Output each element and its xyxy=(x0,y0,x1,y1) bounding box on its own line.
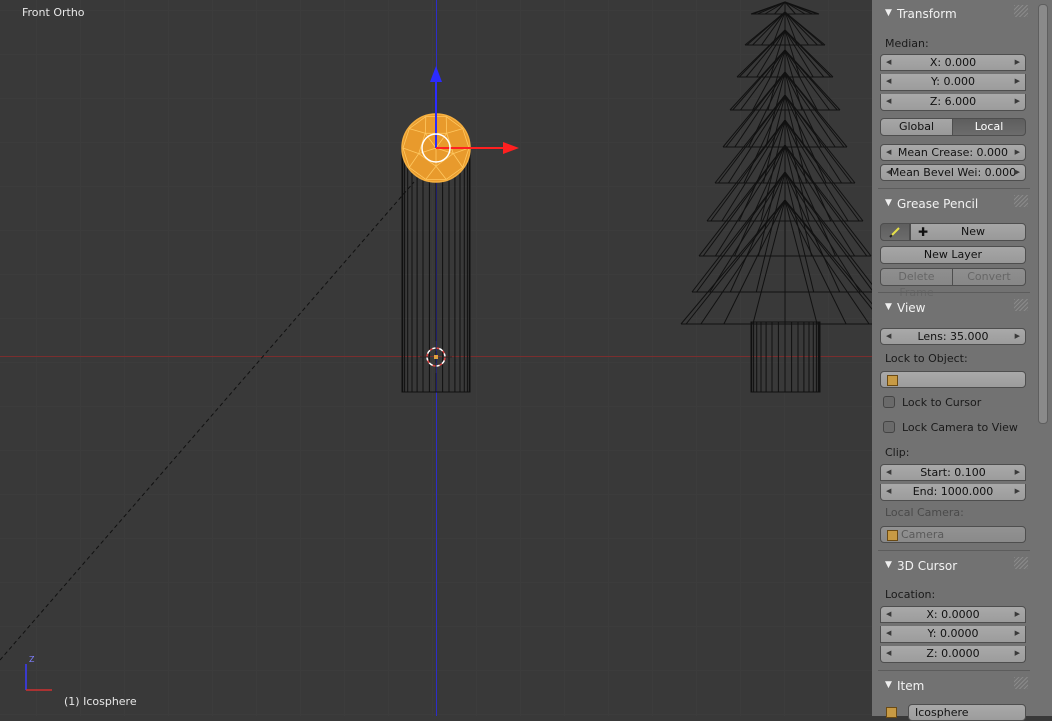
lock-camera-checkbox[interactable] xyxy=(883,421,895,433)
item-panel-header[interactable]: ▼ Item xyxy=(876,674,1030,698)
active-object-info: (1) Icosphere xyxy=(64,695,137,708)
axis-orientation-gizmo xyxy=(25,664,52,691)
transform-manipulator[interactable] xyxy=(421,66,519,163)
camera-object-icon xyxy=(887,530,898,541)
transform-title: Transform xyxy=(897,7,957,21)
collapse-triangle-icon: ▼ xyxy=(885,302,892,312)
axis-z-letter: Z xyxy=(29,655,35,664)
cursor-title: 3D Cursor xyxy=(897,559,958,573)
cursor-z-field[interactable]: ◀ Z: 0.0000 ▶ xyxy=(880,646,1026,663)
global-toggle-button[interactable]: Global xyxy=(880,118,953,136)
local-camera-field[interactable]: Camera xyxy=(880,526,1026,543)
collapse-triangle-icon: ▼ xyxy=(885,198,892,208)
drag-grip-icon[interactable] xyxy=(1014,195,1028,207)
tree-wireframe xyxy=(680,1,872,393)
mean-crease-field[interactable]: ◀ Mean Crease: 0.000 ▶ xyxy=(880,144,1026,161)
lock-camera-label: Lock Camera to View xyxy=(902,421,1018,434)
section-divider xyxy=(878,188,1030,189)
section-divider xyxy=(878,550,1030,551)
location-label: Location: xyxy=(885,588,936,601)
drag-grip-icon[interactable] xyxy=(1014,557,1028,569)
3d-cursor[interactable] xyxy=(420,341,452,373)
collapse-triangle-icon: ▼ xyxy=(885,560,892,570)
section-divider xyxy=(878,292,1030,293)
mean-bevel-weight-field[interactable]: ◀ Mean Bevel Wei: 0.000 ▶ xyxy=(880,164,1026,181)
cursor-y-field[interactable]: ◀ Y: 0.0000 ▶ xyxy=(880,626,1026,643)
new-grease-pencil-button[interactable]: ✚ New xyxy=(910,223,1026,241)
parent-relation-line xyxy=(0,181,415,661)
local-toggle-button[interactable]: Local xyxy=(952,118,1026,136)
median-x-field[interactable]: ◀ X: 0.000 ▶ xyxy=(880,54,1026,71)
local-camera-label: Local Camera: xyxy=(885,506,964,519)
object-cube-icon xyxy=(886,707,897,718)
collapse-triangle-icon: ▼ xyxy=(885,8,892,18)
object-cube-icon xyxy=(887,375,898,386)
3d-viewport[interactable]: Front Ortho Z (1) Icosphere xyxy=(0,0,872,716)
transform-panel-header[interactable]: ▼ Transform xyxy=(876,2,1030,26)
delete-frame-button[interactable]: Delete Frame xyxy=(880,268,953,299)
grease-pencil-title: Grease Pencil xyxy=(897,197,979,211)
median-z-field[interactable]: ◀ Z: 6.000 ▶ xyxy=(880,94,1026,111)
lock-object-field[interactable] xyxy=(880,371,1026,388)
section-divider xyxy=(878,670,1030,671)
panel-scrollbar[interactable] xyxy=(1038,4,1048,424)
drag-grip-icon[interactable] xyxy=(1014,677,1028,689)
cursor-panel-header[interactable]: ▼ 3D Cursor xyxy=(876,554,1030,578)
cursor-x-field[interactable]: ◀ X: 0.0000 ▶ xyxy=(880,606,1026,623)
clip-label: Clip: xyxy=(885,446,910,459)
plus-icon: ✚ xyxy=(918,225,929,239)
viewport-scene xyxy=(0,0,872,716)
clip-start-field[interactable]: ◀ Start: 0.100 ▶ xyxy=(880,464,1026,481)
clip-end-field[interactable]: ◀ End: 1000.000 ▶ xyxy=(880,484,1026,501)
lock-to-cursor-label: Lock to Cursor xyxy=(902,396,982,409)
drag-grip-icon[interactable] xyxy=(1014,299,1028,311)
lock-to-cursor-checkbox[interactable] xyxy=(883,396,895,408)
view-title: View xyxy=(897,301,926,315)
drag-grip-icon[interactable] xyxy=(1014,5,1028,17)
convert-button[interactable]: Convert xyxy=(952,268,1026,286)
item-title: Item xyxy=(897,679,925,693)
pencil-icon-button[interactable] xyxy=(880,223,910,241)
grease-pencil-panel-header[interactable]: ▼ Grease Pencil xyxy=(876,192,1030,216)
object-name-field[interactable]: Icosphere xyxy=(908,704,1026,721)
new-layer-button[interactable]: New Layer xyxy=(880,246,1026,264)
lock-to-object-label: Lock to Object: xyxy=(885,352,968,365)
median-label: Median: xyxy=(885,37,929,50)
view-panel-header[interactable]: ▼ View xyxy=(876,296,1030,320)
median-y-field[interactable]: ◀ Y: 0.000 ▶ xyxy=(880,74,1026,91)
lens-field[interactable]: ◀ Lens: 35.000 ▶ xyxy=(880,328,1026,345)
pencil-icon xyxy=(889,227,900,238)
collapse-triangle-icon: ▼ xyxy=(885,680,892,690)
